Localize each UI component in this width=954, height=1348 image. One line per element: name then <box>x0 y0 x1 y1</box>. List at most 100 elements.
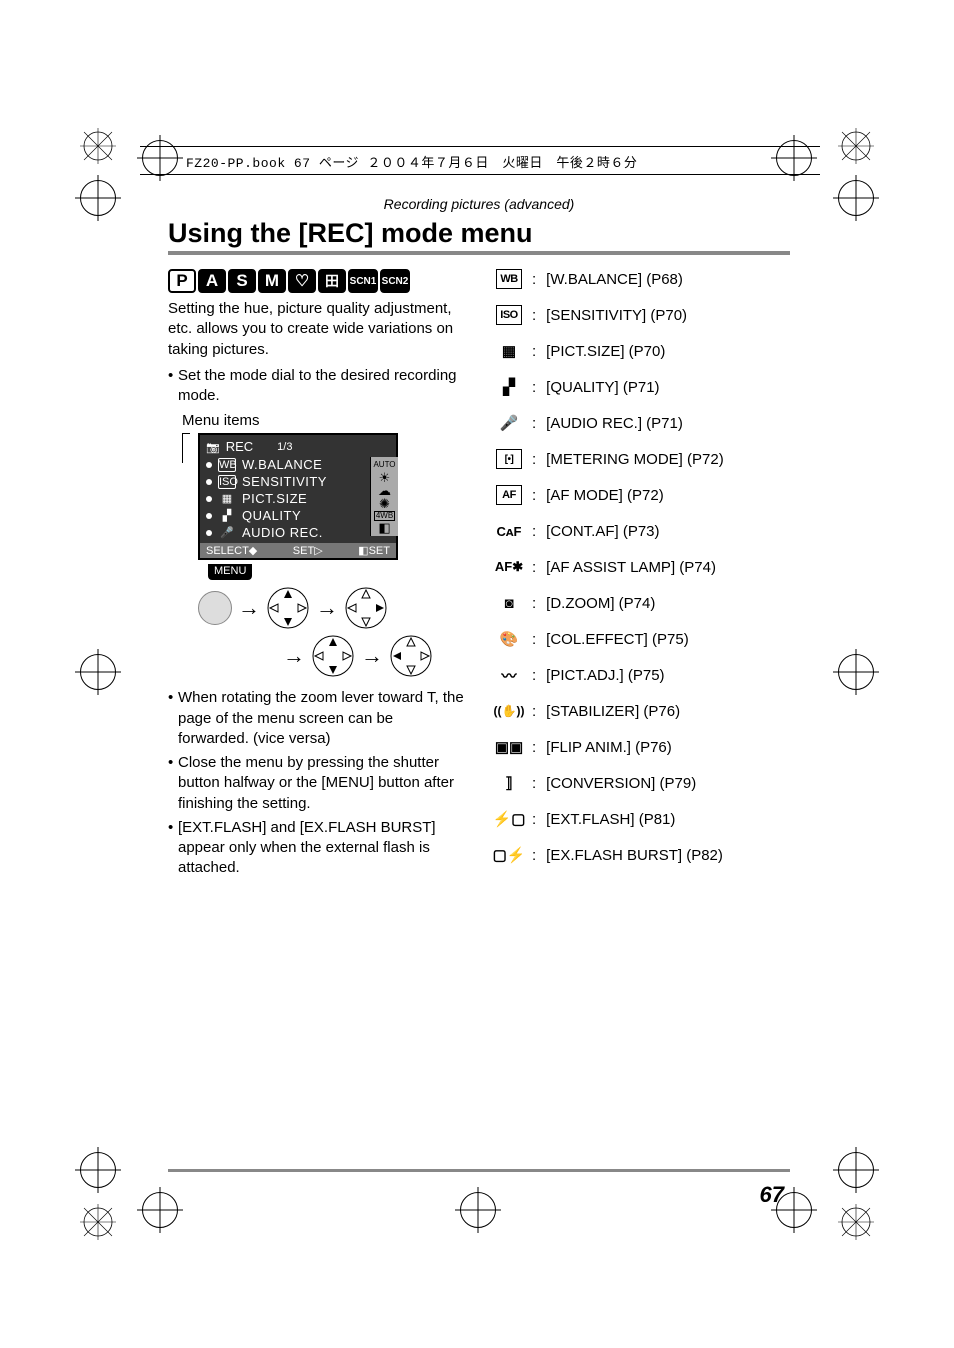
lcd-row: PICT.SIZE <box>242 491 307 506</box>
ref-item: ⟧:[CONVERSION] (P79) <box>496 773 790 793</box>
mode-badge-p: P <box>168 269 196 293</box>
bullets-top: Set the mode dial to the desired recordi… <box>168 366 468 407</box>
mode-badge-film: ⽥ <box>318 269 346 293</box>
wb-icon: WB <box>496 269 522 289</box>
flipanim-icon: ▣▣ <box>496 737 522 757</box>
mode-badge-heart: ♡ <box>288 269 316 293</box>
rule <box>140 146 820 147</box>
ref-label: [PICT.SIZE] (P70) <box>546 343 665 360</box>
lcd-side-auto: AUTO <box>371 459 397 470</box>
iso-icon: ISO <box>496 305 522 325</box>
ref-label: [W.BALANCE] (P68) <box>546 271 683 288</box>
nav-sequence-2: → → <box>283 634 468 678</box>
page-title: Using the [REC] mode menu <box>168 218 790 255</box>
bullets-bottom: When rotating the zoom lever toward T, t… <box>168 688 468 878</box>
set-icon: ◧ <box>378 521 390 534</box>
arrow-right-icon: → <box>238 595 260 621</box>
lcd-row: SENSITIVITY <box>242 474 327 489</box>
intro-text: Setting the hue, picture quality adjustm… <box>168 299 468 360</box>
lcd-row: QUALITY <box>242 508 301 523</box>
reference-list: WB:[W.BALANCE] (P68) ISO:[SENSITIVITY] (… <box>496 269 790 865</box>
book-header: FZ20-PP.book 67 ページ ２００４年７月６日 火曜日 午後２時６分 <box>186 152 637 171</box>
bullet-item: [EXT.FLASH] and [EX.FLASH BURST] appear … <box>168 818 468 879</box>
cloud-icon: ☁ <box>378 484 391 497</box>
mic-icon: 🎤 <box>496 413 522 433</box>
brace-line <box>182 433 183 463</box>
ref-label: [EXT.FLASH] (P81) <box>546 811 675 828</box>
ref-item: ((✋)):[STABILIZER] (P76) <box>496 701 790 721</box>
ref-label: [CONT.AF] (P73) <box>546 523 659 540</box>
arrow-right-icon: → <box>283 643 305 669</box>
ref-item: CᴀF:[CONT.AF] (P73) <box>496 521 790 541</box>
ref-item: AF:[AF MODE] (P72) <box>496 485 790 505</box>
registration-mark-icon <box>80 180 116 216</box>
mode-badge-a: A <box>198 269 226 293</box>
ref-label: [METERING MODE] (P72) <box>546 451 724 468</box>
ref-item: ◙:[D.ZOOM] (P74) <box>496 593 790 613</box>
registration-mark-icon <box>838 1152 874 1188</box>
rosette-icon <box>78 1202 118 1242</box>
ref-item: ▞:[QUALITY] (P71) <box>496 377 790 397</box>
rosette-icon <box>836 126 876 166</box>
registration-mark-icon <box>142 1192 178 1228</box>
iso-small-icon: ISO <box>218 475 236 489</box>
lcd-page-indicator: 1/3 <box>277 441 292 453</box>
pictsize-icon: ▦ <box>496 341 522 361</box>
ref-label: [EX.FLASH BURST] (P82) <box>546 847 723 864</box>
mode-badge-m: M <box>258 269 286 293</box>
ref-item: ▦:[PICT.SIZE] (P70) <box>496 341 790 361</box>
contaf-icon: CᴀF <box>496 521 522 541</box>
arrow-right-icon: → <box>361 643 383 669</box>
stabilizer-icon: ((✋)) <box>496 701 522 721</box>
lcd-side-panel: AUTO ☀ ☁ ✺ 4WB ◧ <box>370 457 398 536</box>
ref-item: [•]:[METERING MODE] (P72) <box>496 449 790 469</box>
ref-label: [PICT.ADJ.] (P75) <box>546 667 664 684</box>
ref-label: [AF ASSIST LAMP] (P74) <box>546 559 716 576</box>
lcd-title: REC <box>226 439 253 454</box>
ref-label: [D.ZOOM] (P74) <box>546 595 655 612</box>
page-number: 67 <box>760 1182 784 1208</box>
ref-label: [CONVERSION] (P79) <box>546 775 696 792</box>
camera-icon <box>206 439 220 454</box>
quality-icon: ▞ <box>496 377 522 397</box>
dzoom-icon: ◙ <box>496 593 522 613</box>
registration-mark-icon <box>838 654 874 690</box>
registration-mark-icon <box>80 1152 116 1188</box>
sun-icon: ☀ <box>379 471 391 484</box>
afassist-icon: AF✱ <box>496 557 522 577</box>
af-icon: AF <box>496 485 522 505</box>
ref-item: WB:[W.BALANCE] (P68) <box>496 269 790 289</box>
ref-label: [COL.EFFECT] (P75) <box>546 631 689 648</box>
dpad-icon <box>311 634 355 678</box>
bullet-item: Close the menu by pressing the shutter b… <box>168 753 468 814</box>
dpad-icon <box>266 586 310 630</box>
ref-label: [AUDIO REC.] (P71) <box>546 415 683 432</box>
lcd-footer-select: SELECT◆ <box>206 544 257 557</box>
ref-item: ISO:[SENSITIVITY] (P70) <box>496 305 790 325</box>
metering-icon: [•] <box>496 449 522 469</box>
size-small-icon: ▦ <box>218 493 236 505</box>
brace-line <box>182 433 190 434</box>
lcd-row: W.BALANCE <box>242 457 322 472</box>
quality-small-icon: ▞ <box>218 510 236 522</box>
ref-item: 〰:[PICT.ADJ.] (P75) <box>496 665 790 685</box>
menu-tag: MENU <box>208 564 252 580</box>
bullet-item: When rotating the zoom lever toward T, t… <box>168 688 468 749</box>
section-header: Recording pictures (advanced) <box>168 196 790 212</box>
menu-items-label: Menu items <box>182 412 468 429</box>
ref-item: AF✱:[AF ASSIST LAMP] (P74) <box>496 557 790 577</box>
lcd-footer-set2: ◧SET <box>358 544 390 557</box>
mic-small-icon: 🎤 <box>218 527 236 539</box>
footer-rule <box>168 1169 790 1172</box>
ref-item: ▢⚡:[EX.FLASH BURST] (P82) <box>496 845 790 865</box>
mode-badge-scn1: SCN1 <box>348 269 378 293</box>
dpad-icon <box>344 586 388 630</box>
ref-label: [AF MODE] (P72) <box>546 487 664 504</box>
conversion-icon: ⟧ <box>496 773 522 793</box>
ref-item: 🎨:[COL.EFFECT] (P75) <box>496 629 790 649</box>
ref-label: [FLIP ANIM.] (P76) <box>546 739 672 756</box>
registration-mark-icon <box>80 654 116 690</box>
ref-label: [STABILIZER] (P76) <box>546 703 680 720</box>
rule <box>140 174 820 175</box>
registration-mark-icon <box>460 1192 496 1228</box>
